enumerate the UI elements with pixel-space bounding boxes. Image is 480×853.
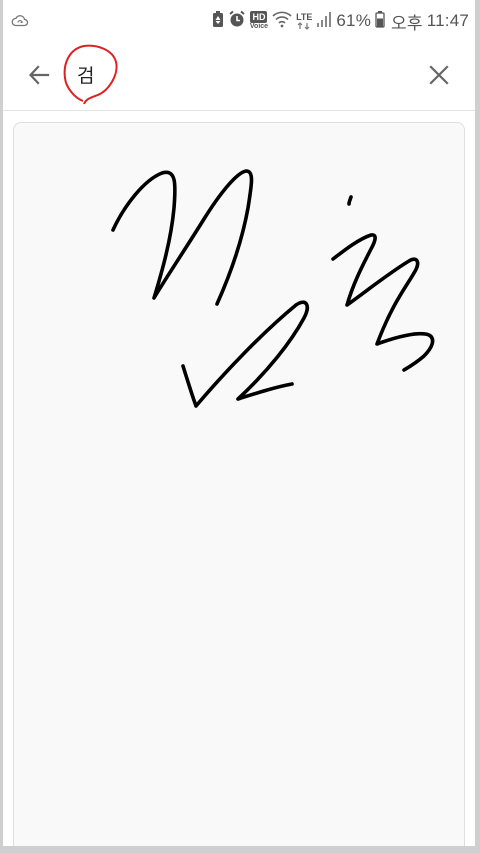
battery-percent: 61% [336,11,372,30]
ink-strokes [111,169,435,408]
alarm-icon [228,10,246,32]
arrow-left-icon [27,63,51,91]
wifi-icon [272,10,292,32]
battery-icon [375,10,385,32]
back-button[interactable] [23,61,55,93]
app-frame: HD Voice LTE 61% 오후 11:47 검 [3,0,475,846]
ink-stroke [331,233,435,372]
handwriting-header: 검 [3,44,475,111]
recognized-text[interactable]: 검 [77,61,94,88]
recognized-result: 검 [57,44,121,108]
close-button[interactable] [423,61,455,93]
battery-saver-icon [212,10,224,32]
hd-label: HD [250,11,268,23]
ink-stroke [111,169,254,306]
ink-stroke [181,300,309,408]
cloud-sync-icon [11,12,29,30]
voice-label: Voice [249,23,269,30]
status-icons: HD Voice LTE 61% 오후 11:47 [212,9,469,33]
close-icon [428,64,450,90]
hd-voice-icon: HD Voice [250,11,268,31]
ink-stroke [347,195,353,206]
clock: 11:47 [426,11,469,30]
lte-label: LTE [296,12,313,22]
status-bar: HD Voice LTE 61% 오후 11:47 [3,0,475,44]
handwriting-canvas[interactable] [13,122,465,846]
time-period: 오후 [391,13,423,33]
signal-icon [316,10,332,32]
lte-icon: LTE [296,12,312,30]
